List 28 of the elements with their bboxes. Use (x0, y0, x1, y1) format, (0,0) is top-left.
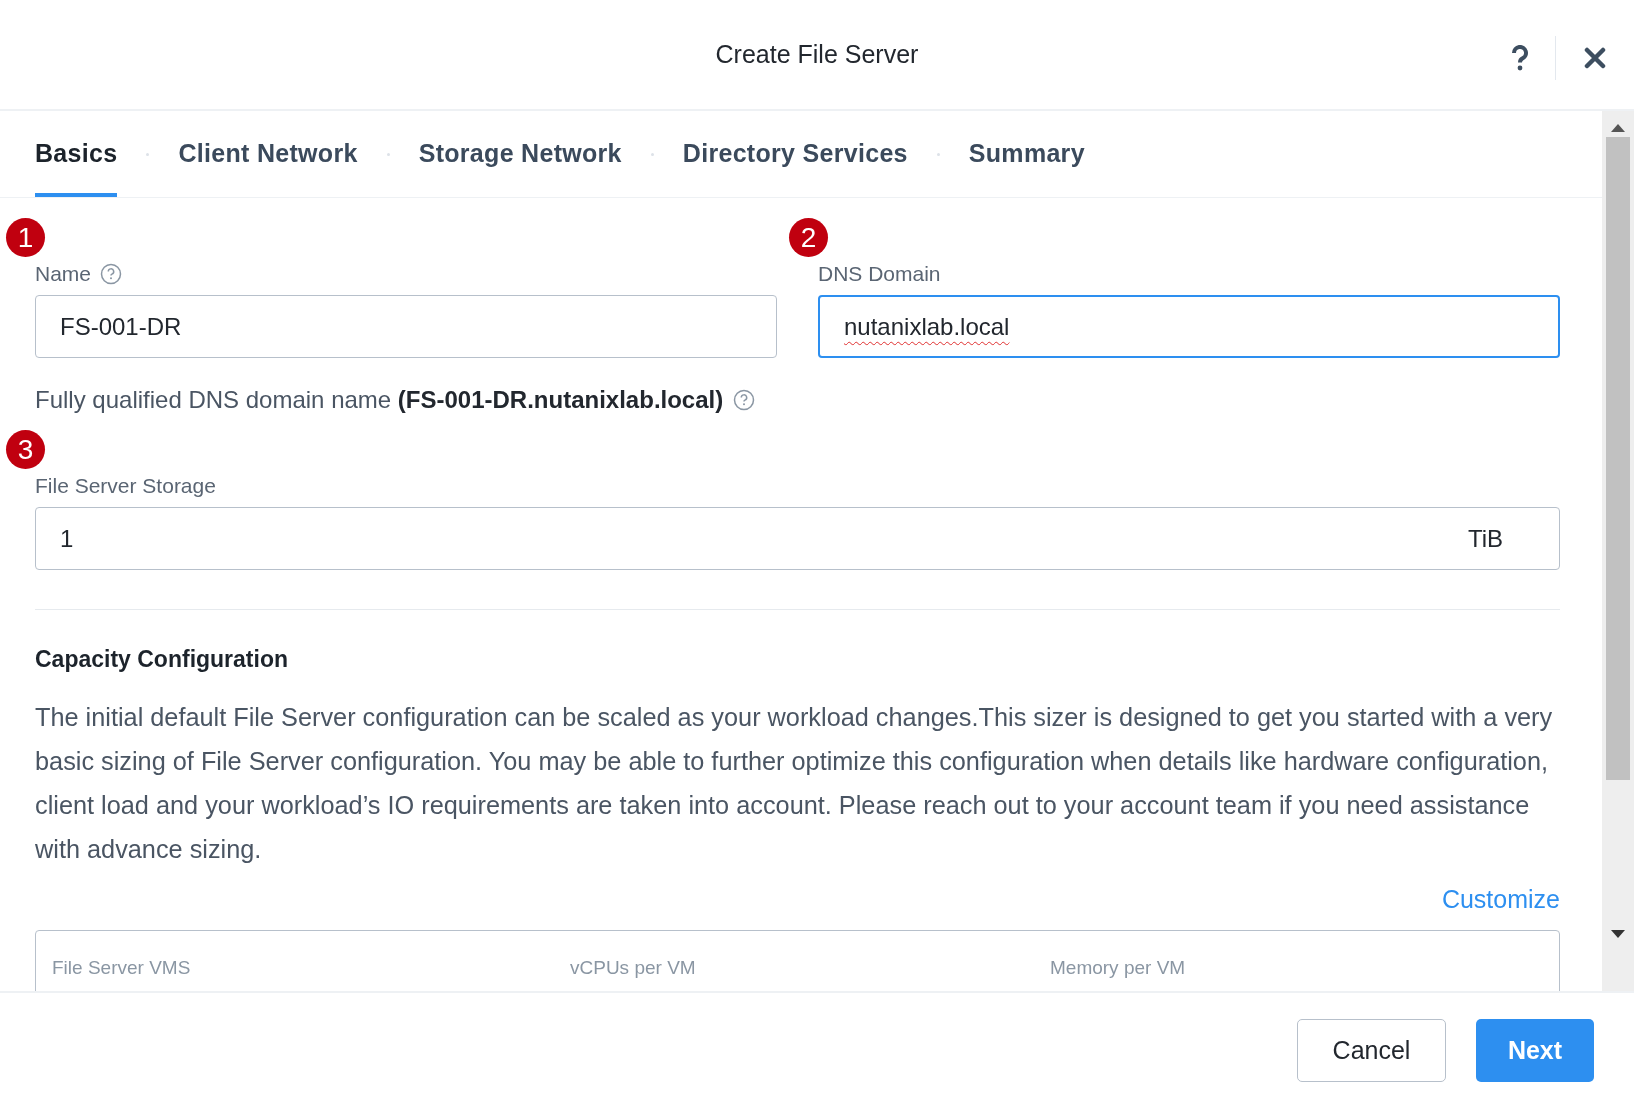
column-header: File Server VMS (52, 957, 192, 980)
help-icon[interactable] (1511, 45, 1529, 71)
field-label: File Server Storage (35, 474, 216, 498)
close-icon[interactable] (1584, 47, 1606, 69)
step-number-badge: 3 (6, 430, 45, 469)
fqdn-note: Fully qualified DNS domain name (FS-001-DR.nutanixlab.local) (35, 386, 724, 414)
section-heading: Capacity Configuration (35, 646, 289, 673)
step-number-badge: 2 (789, 218, 828, 257)
column-header: vCPUs per VM (570, 957, 697, 980)
unit-label: TiB (1467, 524, 1503, 553)
step-number-badge: 1 (6, 218, 45, 257)
field-label: DNS Domain (818, 262, 941, 286)
text-field[interactable]: 1 TiB (35, 507, 1560, 570)
scrollbar[interactable] (1602, 111, 1634, 991)
column-header: Memory per VM (1050, 957, 1187, 980)
text-field[interactable]: nutanixlab.local (818, 295, 1560, 358)
dialog-title: Create File Server (715, 40, 919, 69)
text-field[interactable]: FS-001-DR (35, 295, 777, 358)
scroll-down-icon[interactable] (1611, 929, 1625, 939)
cancel-button[interactable]: Cancel (1297, 1019, 1446, 1082)
wizard-tab[interactable]: Storage Network (418, 111, 622, 197)
field-label: Name (35, 262, 92, 286)
wizard-tab[interactable]: Summary (968, 111, 1085, 197)
wizard-tab[interactable]: Directory Services (682, 111, 908, 197)
description-text: The initial default File Server configuration can be scaled as your workload changes.This sizer is designed to get you started with a very basic sizing of File Server configuration. You may be able to further optimize this configuration when details like hardware configuration, client load and your workload’s IO requirements are taken into account. Please reach out to your account team if you need assistance with advance sizing. (35, 702, 1554, 865)
scroll-up-icon[interactable] (1611, 123, 1625, 133)
wizard-tab[interactable]: Client Network (178, 111, 358, 197)
wizard-tab[interactable]: Basics (35, 111, 118, 197)
